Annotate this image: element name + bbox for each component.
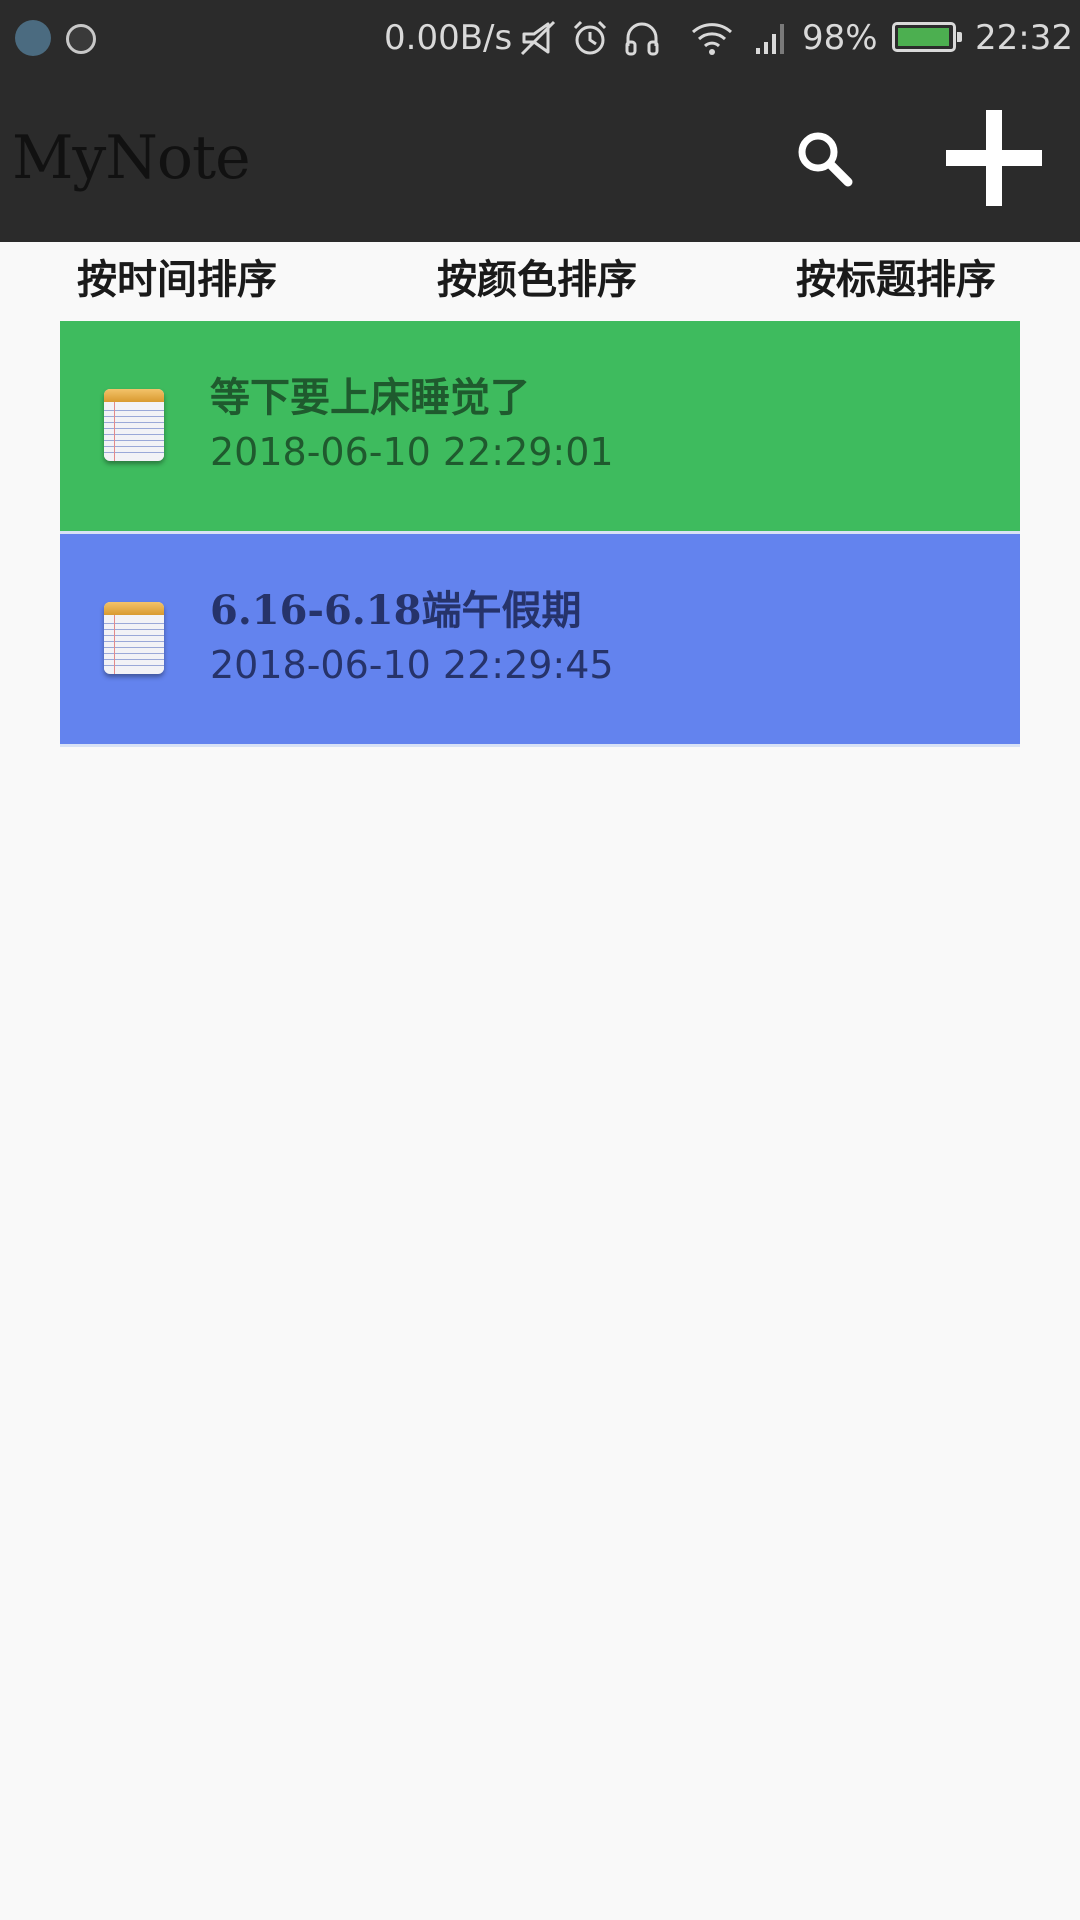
note-item[interactable]: 等下要上床睡觉了 2018-06-10 22:29:01 bbox=[60, 321, 1020, 534]
sort-by-color-tab[interactable]: 按颜色排序 bbox=[437, 248, 637, 312]
sort-by-title-tab[interactable]: 按标题排序 bbox=[796, 248, 996, 312]
clock: 22:32 bbox=[975, 18, 1073, 58]
search-icon[interactable] bbox=[790, 124, 860, 194]
app-notification-icon bbox=[15, 20, 51, 56]
sort-by-time-tab[interactable]: 按时间排序 bbox=[77, 248, 277, 312]
alarm-icon bbox=[573, 20, 607, 55]
battery-percent: 98% bbox=[802, 18, 878, 58]
note-title: 6.16-6.18端午假期 bbox=[210, 587, 582, 634]
note-date: 2018-06-10 22:29:01 bbox=[210, 430, 614, 474]
battery-icon bbox=[892, 22, 962, 52]
note-list: 等下要上床睡觉了 2018-06-10 22:29:01 6.16-6.18端午… bbox=[60, 321, 1020, 747]
note-item[interactable]: 6.16-6.18端午假期 2018-06-10 22:29:45 bbox=[60, 534, 1020, 747]
status-bar: 0.00B/s 98% 22:32 bbox=[0, 0, 1080, 76]
wifi-icon bbox=[691, 23, 733, 55]
app-bar: MyNote bbox=[0, 76, 1080, 242]
net-speed: 0.00B/s bbox=[384, 18, 513, 58]
headphones-icon bbox=[625, 22, 659, 56]
notepad-icon bbox=[104, 602, 164, 674]
plus-icon[interactable] bbox=[942, 106, 1046, 210]
cell-signal-icon bbox=[756, 24, 784, 54]
notepad-icon bbox=[104, 389, 164, 461]
note-date: 2018-06-10 22:29:45 bbox=[210, 643, 614, 687]
vibrate-icon bbox=[520, 20, 556, 56]
note-title: 等下要上床睡觉了 bbox=[210, 374, 530, 421]
app-title: MyNote bbox=[12, 123, 251, 193]
battery-level bbox=[898, 28, 949, 46]
app-notification-icon-2 bbox=[66, 24, 96, 54]
